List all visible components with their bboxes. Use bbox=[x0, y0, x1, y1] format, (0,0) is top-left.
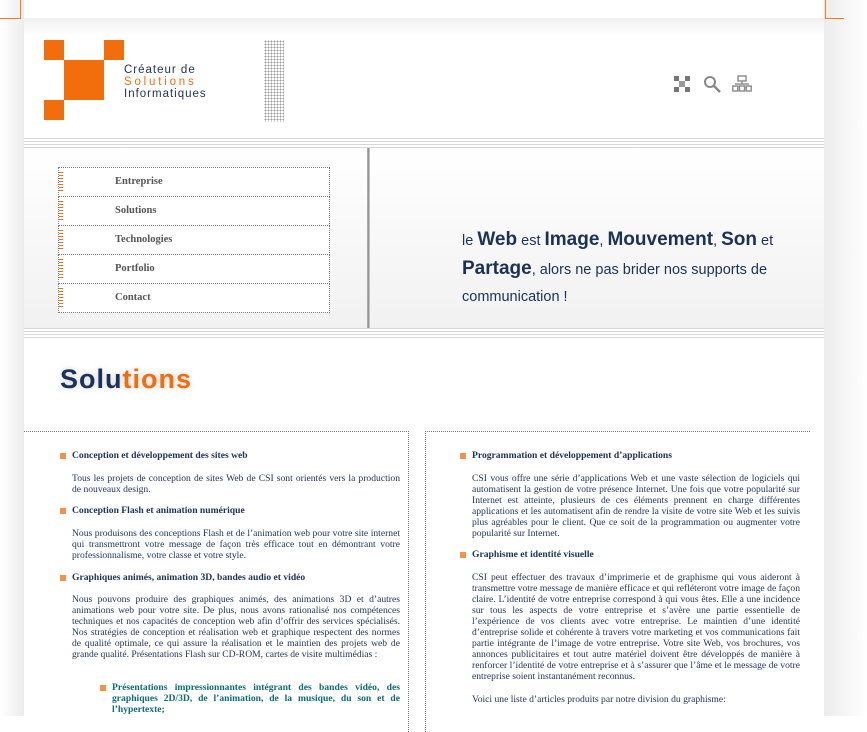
vertical-separator bbox=[367, 148, 370, 328]
right-column: Programmation et développement d’applica… bbox=[425, 431, 810, 732]
item-text: CSI peut effectuer des travaux d’imprime… bbox=[472, 572, 800, 682]
tagline-comma: , bbox=[713, 233, 718, 249]
main-nav: Entreprise Solutions Technologies Portfo… bbox=[58, 167, 330, 313]
tagline-comma: , bbox=[599, 233, 604, 249]
search-icon[interactable] bbox=[702, 74, 722, 94]
bullet-icon bbox=[60, 453, 66, 459]
hero-region: Entreprise Solutions Technologies Portfo… bbox=[24, 148, 824, 328]
crop-mark-right bbox=[825, 0, 844, 19]
item-heading: Conception Flash et animation numérique bbox=[72, 505, 245, 516]
nav-item-portfolio[interactable]: Portfolio bbox=[58, 255, 330, 284]
sub-item-text: Présentations impressionnantes intégrant… bbox=[112, 682, 400, 715]
nav-item-entreprise[interactable]: Entreprise bbox=[58, 167, 330, 197]
tail-text: Voici une liste d’articles produits par … bbox=[472, 694, 726, 705]
nav-item-technologies[interactable]: Technologies bbox=[58, 226, 330, 255]
bullet-icon bbox=[60, 575, 66, 581]
nav-bullet-icon bbox=[59, 172, 63, 192]
org-chart-icon[interactable] bbox=[732, 74, 752, 94]
nav-label: Portfolio bbox=[115, 263, 155, 274]
tagline-word: est bbox=[521, 233, 541, 249]
nav-bullet-icon bbox=[59, 259, 63, 279]
right-frame-shadow bbox=[824, 0, 867, 716]
bullet-icon bbox=[460, 552, 466, 558]
decorative-dot-bar bbox=[264, 40, 284, 122]
nav-bullet-icon bbox=[59, 230, 63, 250]
page-title: Solutions bbox=[60, 364, 192, 395]
nav-item-contact[interactable]: Contact bbox=[58, 284, 330, 313]
item-text: Tous les projets de conception de sites … bbox=[72, 473, 400, 495]
bullet-icon bbox=[100, 685, 106, 691]
crop-mark-left bbox=[0, 0, 21, 19]
left-column: Conception et développement des sites we… bbox=[24, 431, 409, 732]
nav-label: Contact bbox=[115, 292, 151, 303]
item-text: CSI vous offre une série d’applications … bbox=[472, 473, 800, 539]
tagline-image: Image bbox=[544, 229, 600, 250]
logo-line-1: Créateur de bbox=[124, 64, 196, 76]
left-frame-shadow bbox=[0, 0, 24, 716]
tagline-mouvement: Mouvement bbox=[607, 229, 714, 250]
item-text: Nous produisons des conceptions Flash et… bbox=[72, 528, 400, 561]
nav-bullet-icon bbox=[59, 201, 63, 221]
item-heading: Conception et développement des sites we… bbox=[72, 450, 248, 461]
item-heading: Graphisme et identité visuelle bbox=[472, 549, 594, 560]
sitemap-squares-icon[interactable] bbox=[672, 74, 692, 94]
csi-logo-mark[interactable] bbox=[44, 40, 126, 122]
logo-text[interactable]: Créateur de Solutions Informatiques bbox=[124, 64, 207, 100]
logo-line-2: Solutions bbox=[124, 76, 197, 88]
nav-label: Solutions bbox=[115, 205, 157, 216]
divider-band-bottom bbox=[24, 328, 824, 338]
divider-band-top bbox=[24, 138, 824, 148]
bullet-icon bbox=[60, 508, 66, 514]
tagline-son: Son bbox=[721, 229, 758, 250]
nav-label: Technologies bbox=[115, 234, 173, 245]
tagline-partage: Partage bbox=[462, 258, 532, 279]
tagline-word: et bbox=[761, 233, 774, 249]
tagline-word: le bbox=[462, 233, 474, 249]
nav-item-solutions[interactable]: Solutions bbox=[58, 197, 330, 226]
item-text: Nous pouvons produire des graphiques ani… bbox=[72, 594, 400, 660]
title-part-1: Solu bbox=[60, 364, 123, 394]
item-heading: Graphiques animés, animation 3D, bandes … bbox=[72, 572, 306, 583]
nav-bullet-icon bbox=[59, 288, 63, 308]
site-header: Créateur de Solutions Informatiques bbox=[24, 18, 824, 140]
hero-tagline: le Web est Image, Mouvement, Son et Part… bbox=[462, 226, 807, 311]
title-part-2: tions bbox=[122, 364, 192, 394]
bullet-icon bbox=[460, 453, 466, 459]
item-heading: Programmation et développement d’applica… bbox=[472, 450, 672, 461]
page-container: Créateur de Solutions Informatiques Entr… bbox=[24, 0, 824, 732]
tagline-web: Web bbox=[477, 229, 518, 250]
logo-line-3: Informatiques bbox=[124, 88, 207, 100]
nav-label: Entreprise bbox=[115, 176, 163, 187]
